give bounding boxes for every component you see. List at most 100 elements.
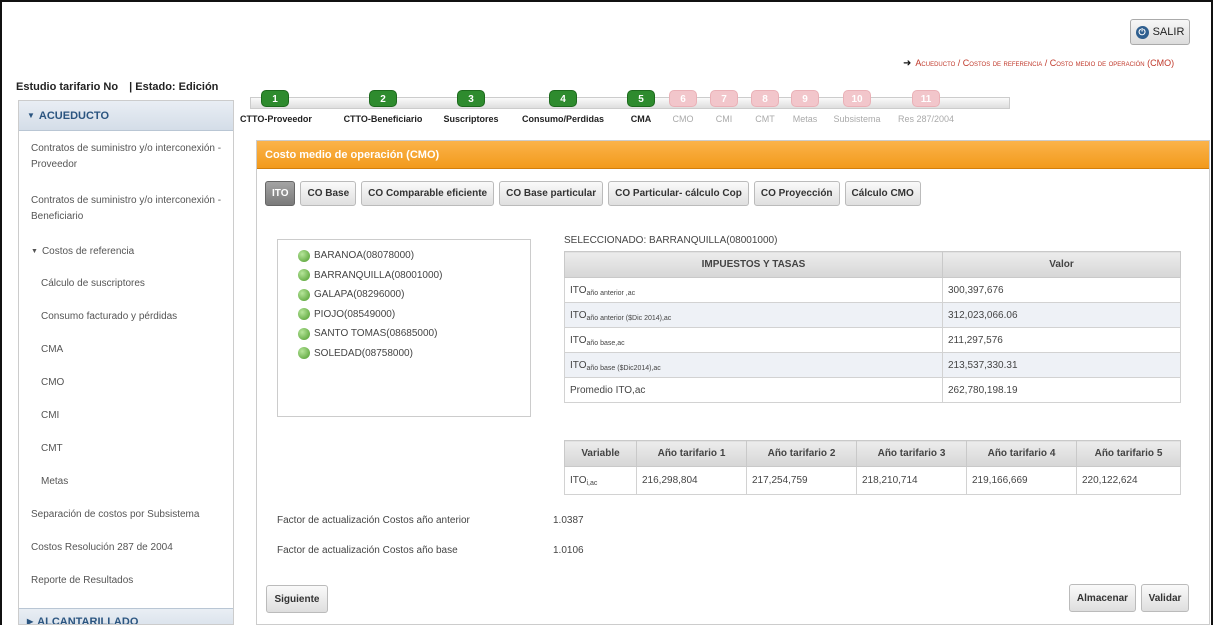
step-ctto-beneficiario[interactable]: 2 CTTO-Beneficiario	[343, 85, 423, 124]
step-res-287: 11 Res 287/2004	[896, 85, 956, 124]
step-number: 9	[791, 90, 819, 107]
cmo-panel: Costo medio de operación (CMO) ITO CO Ba…	[256, 140, 1210, 625]
sidebar-item-contratos-proveedor[interactable]: Contratos de suministro y/o interconexió…	[19, 137, 233, 179]
factor-label: Factor de actualización Costos año base	[277, 545, 458, 556]
tax-value: 300,397,676	[942, 277, 1181, 303]
tab-co-base-particular[interactable]: CO Base particular	[499, 181, 604, 206]
municipality-item[interactable]: SOLEDAD(08758000)	[278, 344, 530, 364]
municipality-label: GALAPA(08296000)	[314, 289, 405, 301]
table-row: ITOi,ac 216,298,804 217,254,759 218,210,…	[564, 466, 1181, 495]
store-button[interactable]: Almacenar	[1069, 584, 1136, 612]
municipality-item[interactable]: PIOJO(08549000)	[278, 305, 530, 325]
tax-name-cell: ITOaño base ($Dic2014),ac	[564, 352, 943, 378]
tax-name: ITO	[570, 359, 587, 371]
step-suscriptores[interactable]: 3 Suscriptores	[443, 85, 499, 124]
tax-name-cell: ITOaño base,ac	[564, 327, 943, 353]
state-label: | Estado: Edición	[129, 81, 219, 93]
factor-value: 1.0387	[553, 515, 584, 526]
tab-co-base[interactable]: CO Base	[300, 181, 357, 206]
step-number: 11	[912, 90, 940, 107]
tab-co-particular-calculo-cop[interactable]: CO Particular- cálculo Cop	[608, 181, 749, 206]
tax-name: ITO	[570, 334, 587, 346]
tax-subscript: año base,ac	[586, 339, 625, 347]
step-label: CMA	[630, 114, 652, 124]
variable-cell: ITOi,ac	[564, 466, 637, 495]
year-2-value: 217,254,759	[746, 466, 857, 495]
tax-value: 211,297,576	[942, 327, 1181, 353]
year-3-value: 218,210,714	[856, 466, 967, 495]
step-cma[interactable]: 5 CMA	[624, 85, 658, 124]
sidebar-item-cmo[interactable]: CMO	[19, 366, 233, 399]
exit-button[interactable]: ⏻ SALIR	[1130, 19, 1190, 45]
col-header-variable: Variable	[564, 440, 637, 467]
municipality-item[interactable]: BARRANQUILLA(08001000)	[278, 266, 530, 286]
sidebar-section-alcantarillado[interactable]: ▶ ALCANTARILLADO	[19, 608, 233, 625]
step-cmi: 7 CMI	[707, 85, 741, 124]
sidebar-item-metas[interactable]: Metas	[19, 465, 233, 498]
step-number: 4	[549, 90, 577, 107]
step-number: 3	[457, 90, 485, 107]
validate-button[interactable]: Validar	[1141, 584, 1189, 612]
step-label: CTTO-Proveedor	[240, 114, 312, 124]
sidebar-item-separacion-costos[interactable]: Separación de costos por Subsistema	[19, 498, 233, 531]
tax-name: ITO	[570, 309, 587, 321]
green-dot-icon	[298, 308, 310, 321]
step-consumo-perdidas[interactable]: 4 Consumo/Perdidas	[521, 85, 605, 124]
sidebar-section-label: ALCANTARILLADO	[37, 615, 139, 625]
study-label: Estudio tarifario No	[16, 81, 119, 93]
step-label: CMO	[672, 114, 694, 124]
sidebar-item-cmt[interactable]: CMT	[19, 432, 233, 465]
tab-co-comparable-eficiente[interactable]: CO Comparable eficiente	[361, 181, 495, 206]
next-button[interactable]: Siguiente	[266, 585, 328, 613]
sidebar-item-contratos-beneficiario[interactable]: Contratos de suministro y/o interconexió…	[19, 189, 233, 231]
step-label: Suscriptores	[443, 114, 499, 124]
municipality-label: BARANOA(08078000)	[314, 250, 415, 262]
sidebar-item-calculo-suscriptores[interactable]: Cálculo de suscriptores	[19, 267, 233, 300]
tax-subscript: año base ($Dic2014),ac	[586, 364, 661, 372]
tax-name: Promedio ITO,ac	[570, 384, 646, 396]
sidebar-item-costos-resolucion[interactable]: Costos Resolución 287 de 2004	[19, 531, 233, 564]
municipality-item[interactable]: BARANOA(08078000)	[278, 246, 530, 266]
study-status: Estudio tarifario No | Estado: Edición	[16, 81, 218, 93]
sidebar-item-label: Costos de referencia	[41, 245, 135, 257]
taxes-header-value: Valor	[942, 251, 1181, 278]
sidebar-item-costos-referencia[interactable]: ▼ Costos de referencia	[19, 235, 233, 267]
tax-subscript: año anterior ,ac	[586, 289, 636, 297]
municipality-label: BARRANQUILLA(08001000)	[314, 269, 443, 281]
selected-municipality: SELECCIONADO: BARRANQUILLA(08001000)	[564, 235, 778, 246]
wizard-steps: 1 CTTO-Proveedor 2 CTTO-Beneficiario 3 Susc…	[240, 85, 1010, 135]
taxes-table: IMPUESTOS Y TASAS Valor ITOaño anterior …	[564, 251, 1181, 403]
year-4-value: 219,166,669	[966, 466, 1077, 495]
year-1-value: 216,298,804	[636, 466, 747, 495]
municipality-item[interactable]: GALAPA(08296000)	[278, 285, 530, 305]
sidebar-item-cma[interactable]: CMA	[19, 333, 233, 366]
tax-name-cell: ITOaño anterior ($Dic 2014),ac	[564, 302, 943, 328]
sidebar-item-cmi[interactable]: CMI	[19, 399, 233, 432]
step-ctto-proveedor[interactable]: 1 CTTO-Proveedor	[240, 85, 312, 124]
green-dot-icon	[298, 347, 310, 360]
sidebar-item-reporte-resultados[interactable]: Reporte de Resultados	[19, 564, 233, 597]
green-dot-icon	[298, 249, 310, 262]
step-subsistema: 10 Subsistema	[830, 85, 884, 124]
tab-ito[interactable]: ITO	[265, 181, 296, 206]
tab-co-proyeccion[interactable]: CO Proyección	[753, 181, 840, 206]
step-label: CMT	[755, 114, 775, 124]
tax-subscript: año anterior ($Dic 2014),ac	[586, 314, 672, 322]
table-row: ITOaño anterior ,ac 300,397,676	[564, 277, 1181, 303]
tax-name: ITO	[570, 284, 587, 296]
sidebar-section-acueducto[interactable]: ▼ ACUEDUCTO	[19, 101, 233, 131]
tab-calculo-cmo[interactable]: Cálculo CMO	[844, 181, 921, 206]
variable-name: ITO	[570, 475, 587, 486]
tax-value: 312,023,066.06	[942, 302, 1181, 328]
tax-name-cell: ITOaño anterior ,ac	[564, 277, 943, 303]
municipality-item[interactable]: SANTO TOMAS(08685000)	[278, 324, 530, 344]
variable-subscript: i,ac	[586, 480, 598, 487]
tab-bar: ITO CO Base CO Comparable eficiente CO B…	[265, 181, 921, 206]
step-cmt: 8 CMT	[748, 85, 782, 124]
step-label: Res 287/2004	[897, 114, 955, 124]
table-row: ITOaño base,ac 211,297,576	[564, 327, 1181, 353]
col-header-year-3: Año tarifario 3	[856, 440, 967, 467]
step-number: 1	[261, 90, 289, 107]
sidebar-item-consumo-facturado[interactable]: Consumo facturado y pérdidas	[19, 300, 233, 333]
municipality-label: SOLEDAD(08758000)	[314, 347, 413, 359]
